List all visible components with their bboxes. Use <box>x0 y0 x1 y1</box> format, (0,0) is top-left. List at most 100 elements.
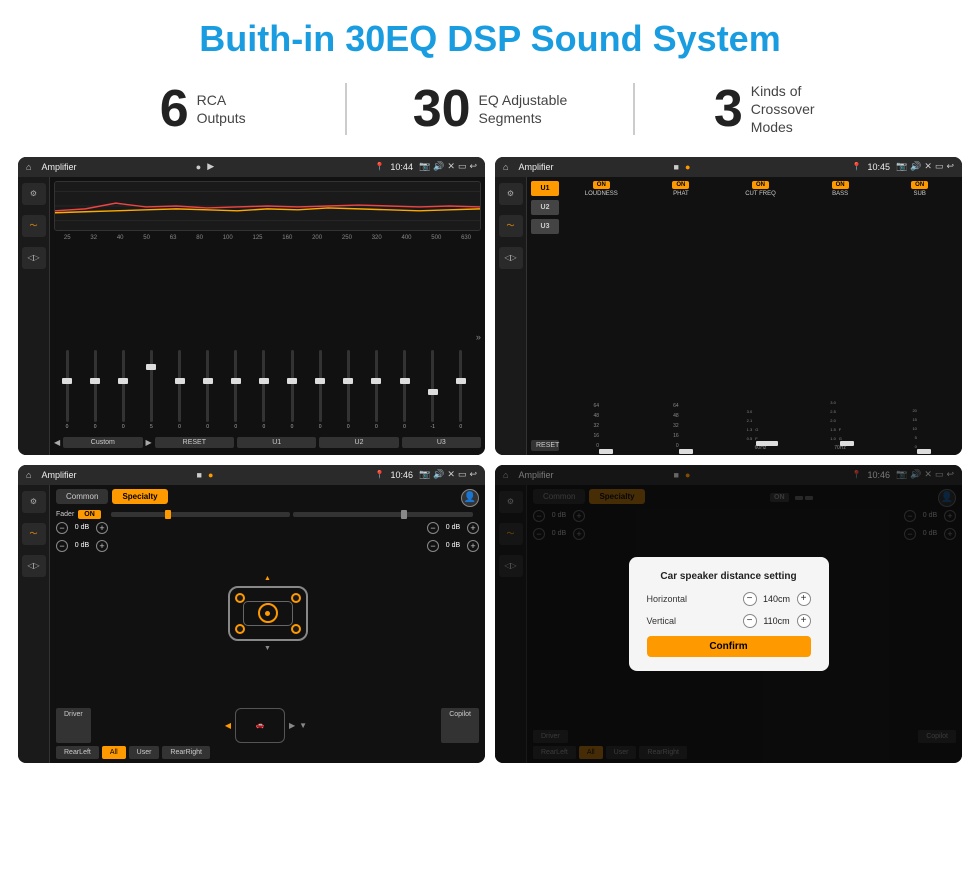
close-icon: ✕ <box>447 161 455 172</box>
vertical-ctrl: − 110cm + <box>743 614 811 628</box>
crossover-sidebar-btn-2[interactable]: 〜 <box>499 215 523 237</box>
preset-u1-btn[interactable]: U1 <box>531 181 559 196</box>
eq-u1-btn[interactable]: U1 <box>237 437 316 448</box>
crossover-screen: ⌂ Amplifier ■ ● 📍 10:45 📷 🔊 ✕ ▭ ↩ ⚙ 〜 ◁▷ <box>495 157 962 455</box>
loudness-toggle[interactable]: ON <box>593 181 610 189</box>
right-bot-plus[interactable]: + <box>467 540 479 552</box>
crossover-status-bar: ⌂ Amplifier ■ ● 📍 10:45 📷 🔊 ✕ ▭ ↩ <box>495 157 962 177</box>
preset-u2-btn[interactable]: U2 <box>531 200 559 215</box>
all-btn[interactable]: All <box>102 746 126 759</box>
stat-eq: 30 EQ AdjustableSegments <box>345 83 634 135</box>
volume-icon: 🔊 <box>433 161 444 172</box>
camera-icon: 📷 <box>419 161 430 172</box>
horizontal-value: 140cm <box>761 594 793 604</box>
eq-prev-btn[interactable]: ◀ <box>54 438 60 447</box>
crossover-reset-btn[interactable]: RESET <box>531 440 559 451</box>
channel-bass: ON BASS 3.02.52.01.51.0 FG 70Hz <box>802 181 879 451</box>
user-btn[interactable]: User <box>129 746 160 759</box>
eq-next-btn[interactable]: ▶ <box>146 438 152 447</box>
eq-slider-10[interactable]: 0 <box>307 350 333 430</box>
eq-bottom-bar: ◀ Custom ▶ RESET U1 U2 U3 <box>54 434 481 451</box>
fader-sidebar-btn-3[interactable]: ◁▷ <box>22 555 46 577</box>
crossover-dot2: ● <box>685 162 690 172</box>
eq-slider-3[interactable]: 0 <box>110 350 136 430</box>
eq-slider-5[interactable]: 0 <box>167 350 193 430</box>
eq-sidebar-btn-3[interactable]: ◁▷ <box>22 247 46 269</box>
eq-slider-9[interactable]: 0 <box>279 350 305 430</box>
crossover-sidebar-btn-1[interactable]: ⚙ <box>499 183 523 205</box>
eq-slider-14[interactable]: -1 <box>420 350 446 430</box>
eq-curve-display <box>54 181 481 231</box>
fader-specialty-tab[interactable]: Specialty <box>112 489 167 504</box>
eq-u3-btn[interactable]: U3 <box>402 437 481 448</box>
speaker-tl <box>235 593 245 603</box>
left-bot-minus[interactable]: − <box>56 540 68 552</box>
copilot-btn[interactable]: Copilot <box>441 708 479 743</box>
stat-eq-number: 30 <box>413 83 471 135</box>
eq-slider-4[interactable]: 5 <box>138 350 164 430</box>
horizontal-label: Horizontal <box>647 594 688 604</box>
eq-slider-13[interactable]: 0 <box>392 350 418 430</box>
back-icon: ↩ <box>469 161 477 172</box>
channel-phat: ON PHAT 644832160 <box>643 181 720 451</box>
eq-custom-btn[interactable]: Custom <box>63 437 142 448</box>
rearright-btn[interactable]: RearRight <box>162 746 210 759</box>
eq-reset-btn[interactable]: RESET <box>155 437 234 448</box>
bass-toggle[interactable]: ON <box>832 181 849 189</box>
stat-eq-label: EQ AdjustableSegments <box>479 91 568 127</box>
fader-toggle[interactable]: ON <box>78 510 101 519</box>
eq-slider-15[interactable]: 0 <box>448 350 474 430</box>
fader-status-bar: ⌂ Amplifier ■ ● 📍 10:46 📷🔊✕▭↩ <box>18 465 485 485</box>
fader-common-tab[interactable]: Common <box>56 489 108 504</box>
horizontal-plus-btn[interactable]: + <box>797 592 811 606</box>
horizontal-minus-btn[interactable]: − <box>743 592 757 606</box>
fader-sidebar-btn-2[interactable]: 〜 <box>22 523 46 545</box>
crossover-time: 10:45 <box>867 162 890 172</box>
fader-location-icon: 📍 <box>374 470 384 479</box>
sub-toggle[interactable]: ON <box>911 181 928 189</box>
eq-status-bar: ⌂ Amplifier ● ▶ 📍 10:44 📷 🔊 ✕ ▭ ↩ <box>18 157 485 177</box>
crossover-volume-icon: 🔊 <box>910 161 921 172</box>
driver-btn[interactable]: Driver <box>56 708 91 743</box>
left-top-plus[interactable]: + <box>96 522 108 534</box>
eq-u2-btn[interactable]: U2 <box>319 437 398 448</box>
horizontal-row: Horizontal − 140cm + <box>647 592 811 606</box>
eq-slider-7[interactable]: 0 <box>223 350 249 430</box>
vertical-plus-btn[interactable]: + <box>797 614 811 628</box>
eq-sidebar-btn-2[interactable]: 〜 <box>22 215 46 237</box>
confirm-button[interactable]: Confirm <box>647 636 811 657</box>
vertical-minus-btn[interactable]: − <box>743 614 757 628</box>
left-bot-plus[interactable]: + <box>96 540 108 552</box>
screenshots-grid: ⌂ Amplifier ● ▶ 📍 10:44 📷 🔊 ✕ ▭ ↩ ⚙ 〜 ◁▷ <box>0 153 980 773</box>
fader-h-slider-1[interactable] <box>111 512 291 517</box>
cutfreq-label: CUT FREQ <box>745 191 776 197</box>
fader-h-slider-2[interactable] <box>293 512 473 517</box>
rearleft-btn[interactable]: RearLeft <box>56 746 99 759</box>
right-top-minus[interactable]: − <box>427 522 439 534</box>
eq-slider-12[interactable]: 0 <box>363 350 389 430</box>
phat-toggle[interactable]: ON <box>672 181 689 189</box>
eq-sidebar-btn-1[interactable]: ⚙ <box>22 183 46 205</box>
right-db-controls: − 0 dB + − 0 dB + <box>427 522 479 705</box>
crossover-main-area: U1 U2 U3 RESET ON LOUDNESS 644832160 <box>527 177 962 455</box>
horizontal-ctrl: − 140cm + <box>743 592 811 606</box>
crossover-window-icon: ▭ <box>935 161 944 172</box>
person-icon[interactable]: 👤 <box>461 489 479 507</box>
preset-u3-btn[interactable]: U3 <box>531 219 559 234</box>
eq-slider-11[interactable]: 0 <box>335 350 361 430</box>
eq-slider-6[interactable]: 0 <box>195 350 221 430</box>
fader-sidebar-btn-1[interactable]: ⚙ <box>22 491 46 513</box>
crossover-sidebar-btn-3[interactable]: ◁▷ <box>499 247 523 269</box>
eq-slider-8[interactable]: 0 <box>251 350 277 430</box>
eq-slider-2[interactable]: 0 <box>82 350 108 430</box>
cutfreq-toggle[interactable]: ON <box>752 181 769 189</box>
dialog-overlay: Car speaker distance setting Horizontal … <box>495 465 962 763</box>
eq-slider-1[interactable]: 0 <box>54 350 80 430</box>
right-bot-minus[interactable]: − <box>427 540 439 552</box>
right-top-plus[interactable]: + <box>467 522 479 534</box>
stat-crossover-label: Kinds ofCrossover Modes <box>751 82 841 137</box>
left-top-minus[interactable]: − <box>56 522 68 534</box>
vertical-value: 110cm <box>761 616 793 626</box>
right-bot-val: 0 dB <box>442 542 464 549</box>
fader-dot1: ■ <box>197 470 202 480</box>
